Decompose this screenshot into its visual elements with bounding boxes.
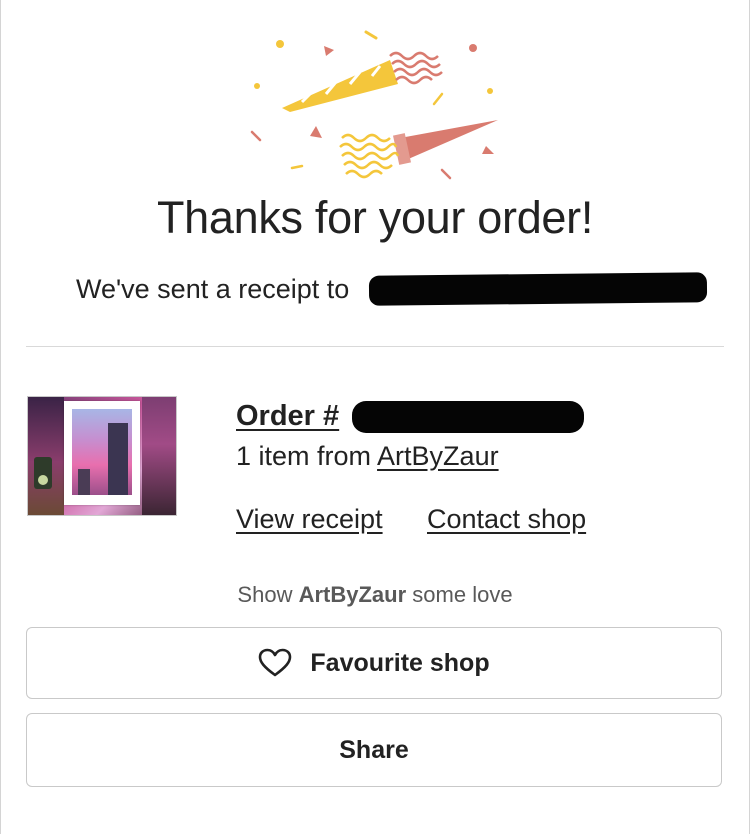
order-item-thumbnail[interactable] bbox=[27, 396, 177, 516]
love-suffix: some love bbox=[412, 582, 513, 607]
order-number-link[interactable]: Order # bbox=[236, 400, 339, 433]
favourite-shop-button[interactable]: Favourite shop bbox=[26, 627, 722, 699]
thumbnail-print-card bbox=[64, 401, 140, 505]
share-button[interactable]: Share bbox=[26, 713, 722, 787]
thumbnail-artwork bbox=[72, 409, 132, 495]
view-receipt-link[interactable]: View receipt bbox=[236, 504, 383, 535]
shop-name-link[interactable]: ArtByZaur bbox=[377, 441, 499, 471]
page-title: Thanks for your order! bbox=[156, 192, 594, 243]
love-prefix: Show bbox=[237, 582, 293, 607]
thumbnail-building bbox=[108, 423, 128, 495]
contact-shop-link[interactable]: Contact shop bbox=[427, 504, 586, 535]
frame-left-edge bbox=[0, 0, 1, 834]
thumbnail-building-small bbox=[78, 469, 90, 495]
thumbnail-background-left bbox=[28, 397, 64, 515]
thumbnail-traffic-light bbox=[34, 457, 52, 489]
thumbnail-background-right bbox=[142, 397, 176, 515]
redacted-email bbox=[368, 272, 708, 306]
order-item-summary: 1 item from ArtByZaur bbox=[236, 441, 499, 472]
item-count-text: 1 item from bbox=[236, 441, 372, 471]
party-popper-confetti-icon bbox=[250, 30, 498, 180]
receipt-sent-text: We've sent a receipt to bbox=[76, 274, 350, 304]
show-love-text: Show ArtByZaur some love bbox=[0, 582, 750, 608]
section-divider bbox=[26, 346, 724, 347]
favourite-shop-label: Favourite shop bbox=[310, 648, 490, 677]
heart-outline-icon bbox=[258, 648, 292, 678]
redacted-order-number bbox=[352, 401, 584, 433]
love-shop-name: ArtByZaur bbox=[298, 582, 407, 607]
share-label: Share bbox=[339, 735, 409, 764]
